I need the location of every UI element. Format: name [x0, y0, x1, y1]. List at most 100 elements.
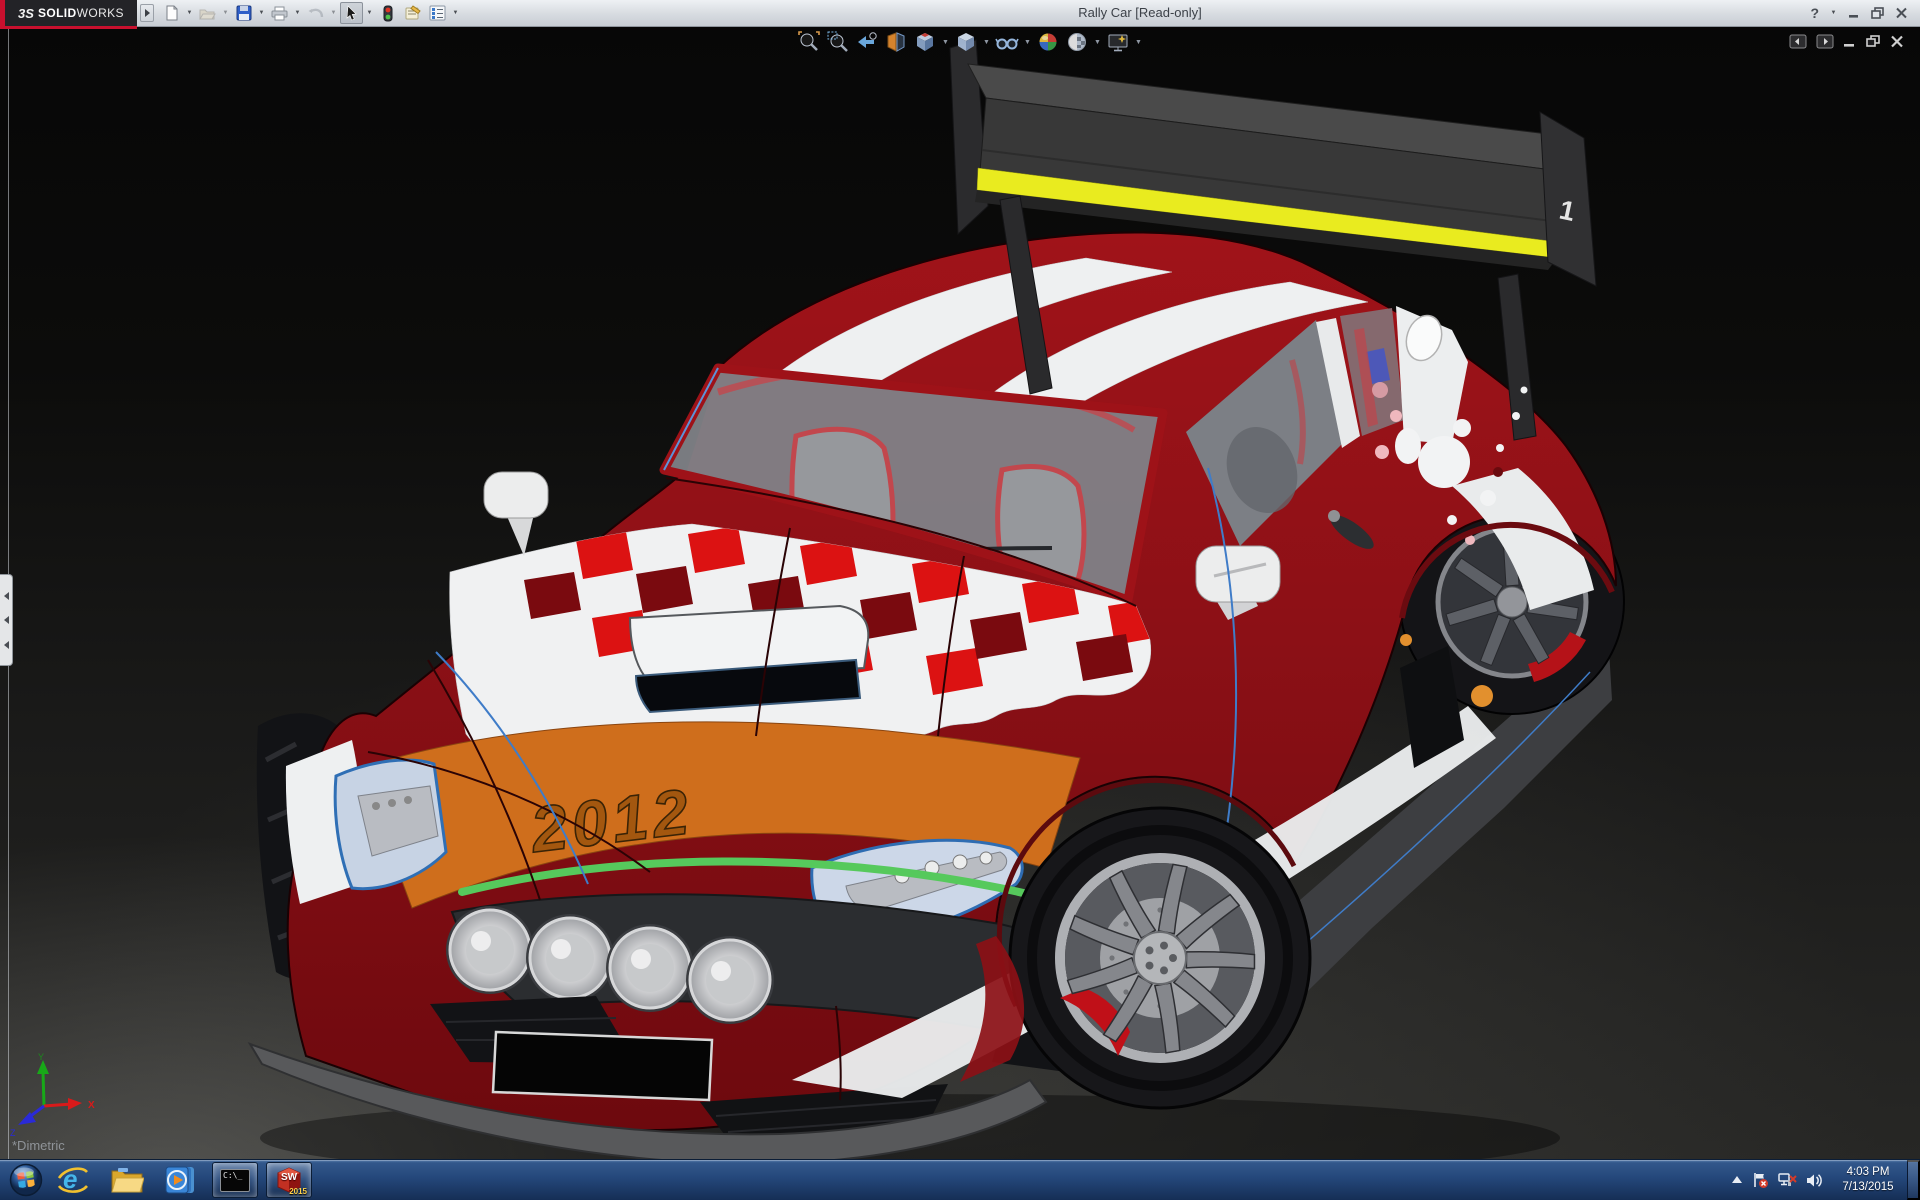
- taskbar-clock[interactable]: 4:03 PM 7/13/2015: [1832, 1165, 1904, 1195]
- ds-logo-icon: 3S: [18, 6, 34, 21]
- standard-toolbar: ▼ ▼ ▼ ▼ ▼ ▼: [160, 0, 460, 26]
- desktop: 3S SOLIDWORKS ▼ ▼ ▼ ▼ ▼: [0, 0, 1920, 1200]
- clock-date: 7/13/2015: [1832, 1180, 1904, 1195]
- apply-scene-button[interactable]: [1064, 29, 1090, 55]
- windows-start-icon: [9, 1163, 43, 1197]
- hide-show-items-caret[interactable]: ▼: [1023, 39, 1032, 46]
- rebuild-traffic-light-icon: [382, 5, 394, 22]
- show-hidden-icons-icon: [1731, 1175, 1743, 1185]
- previous-view-icon: [855, 30, 879, 54]
- show-desktop-button[interactable]: [1907, 1160, 1920, 1200]
- new-document-caret[interactable]: ▼: [185, 10, 194, 16]
- print-button[interactable]: [268, 2, 291, 24]
- doc-minimize-button[interactable]: [1843, 35, 1857, 48]
- app-restore-button[interactable]: [1871, 7, 1885, 19]
- start-button[interactable]: [6, 1161, 46, 1199]
- feature-pane-right-button[interactable]: [1816, 34, 1834, 49]
- undo-arrow-icon: [307, 6, 324, 21]
- taskbar-internet-explorer[interactable]: e: [50, 1162, 96, 1198]
- hide-show-items-button[interactable]: [994, 29, 1020, 55]
- internet-explorer-icon: e: [56, 1164, 90, 1196]
- save-button[interactable]: [232, 2, 255, 24]
- action-center-button[interactable]: [1752, 1172, 1769, 1189]
- display-style-icon: [954, 30, 978, 54]
- open-button[interactable]: [196, 2, 219, 24]
- undo-button[interactable]: [304, 2, 327, 24]
- collapse-arrow-icon: [4, 616, 9, 624]
- doc-close-button[interactable]: [1890, 35, 1904, 48]
- previous-view-button[interactable]: [854, 29, 880, 55]
- open-caret[interactable]: ▼: [221, 10, 230, 16]
- chevron-right-icon: [145, 9, 150, 17]
- view-settings-icon: [1106, 30, 1130, 54]
- file-properties-button[interactable]: [401, 2, 424, 24]
- network-status-button[interactable]: [1778, 1172, 1797, 1188]
- window-title: Rally Car [Read-only]: [1078, 0, 1202, 26]
- section-view-button[interactable]: [883, 29, 909, 55]
- doc-restore-icon: [1866, 35, 1881, 48]
- volume-button[interactable]: [1806, 1173, 1823, 1188]
- speaker-icon: [1806, 1173, 1823, 1188]
- select-caret[interactable]: ▼: [365, 10, 374, 16]
- display-style-caret[interactable]: ▼: [982, 39, 991, 46]
- doc-restore-button[interactable]: [1866, 35, 1881, 48]
- select-button[interactable]: [340, 2, 363, 24]
- taskbar-file-explorer[interactable]: [104, 1162, 150, 1198]
- license-plate: [493, 1032, 712, 1100]
- display-style-button[interactable]: [953, 29, 979, 55]
- command-prompt-icon: C:\_: [220, 1169, 250, 1192]
- menu-flyout-button[interactable]: [140, 4, 154, 22]
- zoom-to-fit-icon: [797, 30, 821, 54]
- options-button[interactable]: [426, 2, 449, 24]
- network-disconnected-icon: [1778, 1172, 1797, 1188]
- open-folder-icon: [199, 6, 216, 21]
- taskbar-solidworks[interactable]: SW 2015: [266, 1162, 312, 1198]
- help-button[interactable]: ?: [1810, 5, 1819, 21]
- app-minimize-button[interactable]: [1848, 7, 1861, 19]
- new-document-icon: [164, 5, 180, 21]
- zoom-to-fit-button[interactable]: [796, 29, 822, 55]
- feature-pane-left-button[interactable]: [1789, 34, 1807, 49]
- apply-scene-caret[interactable]: ▼: [1093, 39, 1102, 46]
- new-document-button[interactable]: [160, 2, 183, 24]
- options-caret[interactable]: ▼: [451, 10, 460, 16]
- file-properties-icon: [404, 5, 421, 21]
- select-cursor-icon: [344, 5, 359, 21]
- graphics-viewport[interactable]: 1 2012: [0, 26, 1920, 1160]
- brand-text: SOLIDWORKS: [38, 6, 124, 20]
- taskbar-media-player[interactable]: [158, 1162, 204, 1198]
- show-hidden-icons-button[interactable]: [1731, 1175, 1743, 1185]
- action-center-flag-icon: [1752, 1172, 1769, 1189]
- save-caret[interactable]: ▼: [257, 10, 266, 16]
- titlebar-right-controls: ? ▼: [1810, 0, 1908, 26]
- title-bar: 3S SOLIDWORKS ▼ ▼ ▼ ▼ ▼: [0, 0, 1920, 27]
- view-orientation-icon: [913, 30, 937, 54]
- view-orientation-button[interactable]: [912, 29, 938, 55]
- app-close-button[interactable]: [1895, 7, 1908, 19]
- taskbar-command-prompt[interactable]: C:\_: [212, 1162, 258, 1198]
- feature-manager-fly-out-tab[interactable]: [0, 574, 13, 666]
- print-icon: [271, 6, 288, 21]
- car-3d-model: 1 2012: [0, 26, 1920, 1160]
- save-floppy-icon: [236, 5, 252, 21]
- undo-caret[interactable]: ▼: [329, 10, 338, 16]
- collapse-arrow-icon: [4, 592, 9, 600]
- doc-close-icon: [1890, 35, 1904, 48]
- pane-left-icon: [1789, 34, 1807, 49]
- view-settings-caret[interactable]: ▼: [1134, 39, 1143, 46]
- rebuild-button[interactable]: [376, 2, 399, 24]
- collapse-arrow-icon: [4, 641, 9, 649]
- restore-icon: [1871, 7, 1885, 19]
- close-icon: [1895, 7, 1908, 19]
- view-orientation-caret[interactable]: ▼: [941, 39, 950, 46]
- heads-up-view-toolbar: ▼ ▼ ▼ ▼ ▼: [796, 29, 1143, 55]
- left-mirror: [484, 472, 548, 556]
- print-caret[interactable]: ▼: [293, 10, 302, 16]
- pane-right-icon: [1816, 34, 1834, 49]
- edit-appearance-button[interactable]: [1035, 29, 1061, 55]
- triad-z-label: Z: [10, 1128, 16, 1138]
- help-caret[interactable]: ▼: [1829, 10, 1838, 16]
- view-settings-button[interactable]: [1105, 29, 1131, 55]
- clock-time: 4:03 PM: [1832, 1165, 1904, 1180]
- zoom-to-area-button[interactable]: [825, 29, 851, 55]
